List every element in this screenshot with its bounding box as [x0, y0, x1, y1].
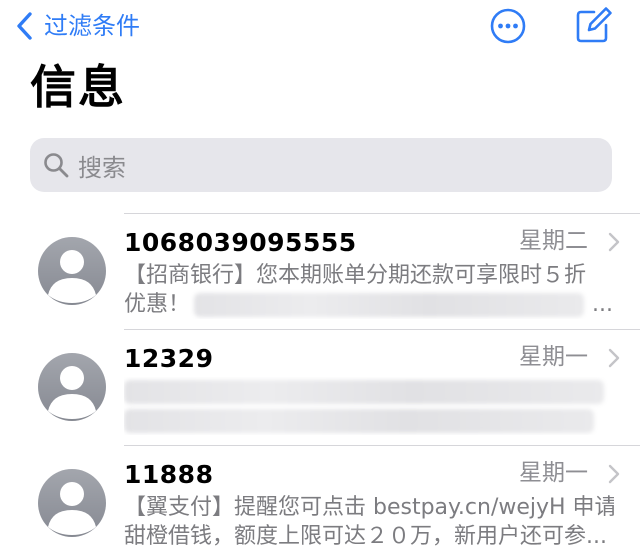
preview-line: 甜橙借钱，额度上限可达２０万，新用户还可参...	[124, 524, 607, 549]
conversation-row[interactable]: 12329 星期一	[0, 330, 640, 445]
compose-icon	[576, 7, 612, 43]
back-label: 过滤条件	[44, 12, 140, 40]
redacted-text	[124, 408, 594, 433]
conversation-row[interactable]: 1068039095555 星期二 【招商银行】您本期账单分期还款可享限时５折 …	[0, 214, 640, 329]
compose-button[interactable]	[572, 4, 614, 46]
preview-line: 【招商银行】您本期账单分期还款可享限时５折	[124, 263, 587, 288]
avatar	[38, 469, 106, 537]
avatar	[38, 353, 106, 421]
message-preview	[124, 377, 614, 435]
ellipsis-circle-icon	[490, 8, 526, 44]
sender-name: 11888	[124, 460, 214, 489]
preview-line: 【翼支付】提醒您可点击 bestpay.cn/wejyH 申请	[124, 495, 614, 520]
message-preview: 【招商银行】您本期账单分期还款可享限时５折 优惠！ ...	[124, 261, 614, 319]
sender-name: 12329	[124, 344, 214, 373]
person-silhouette-icon	[38, 353, 106, 421]
magnifying-glass-icon	[44, 153, 69, 178]
avatar	[38, 237, 106, 305]
page-title: 信息	[30, 60, 126, 114]
chevron-right-icon	[608, 348, 620, 368]
person-silhouette-icon	[38, 469, 106, 537]
chevron-right-icon	[608, 232, 620, 252]
search-placeholder: 搜索	[78, 153, 126, 182]
sender-name: 1068039095555	[124, 228, 357, 257]
conversation-row[interactable]: 11888 星期一 【翼支付】提醒您可点击 bestpay.cn/wejyH 申…	[0, 446, 640, 552]
back-button[interactable]: 过滤条件	[16, 6, 140, 46]
chevron-left-icon	[17, 12, 32, 40]
message-date: 星期二	[519, 228, 588, 254]
message-date: 星期一	[519, 344, 588, 370]
redacted-text	[124, 379, 604, 404]
navigation-bar: 过滤条件	[0, 0, 640, 52]
redacted-text	[194, 292, 585, 317]
preview-ellipsis: ...	[592, 292, 613, 317]
message-preview: 【翼支付】提醒您可点击 bestpay.cn/wejyH 申请 甜橙借钱，额度上…	[124, 493, 614, 551]
more-options-button[interactable]	[488, 6, 528, 46]
message-date: 星期一	[519, 460, 588, 486]
chevron-right-icon	[608, 464, 620, 484]
search-field[interactable]: 搜索	[30, 138, 612, 192]
person-silhouette-icon	[38, 237, 106, 305]
preview-line: 优惠！	[124, 292, 191, 317]
